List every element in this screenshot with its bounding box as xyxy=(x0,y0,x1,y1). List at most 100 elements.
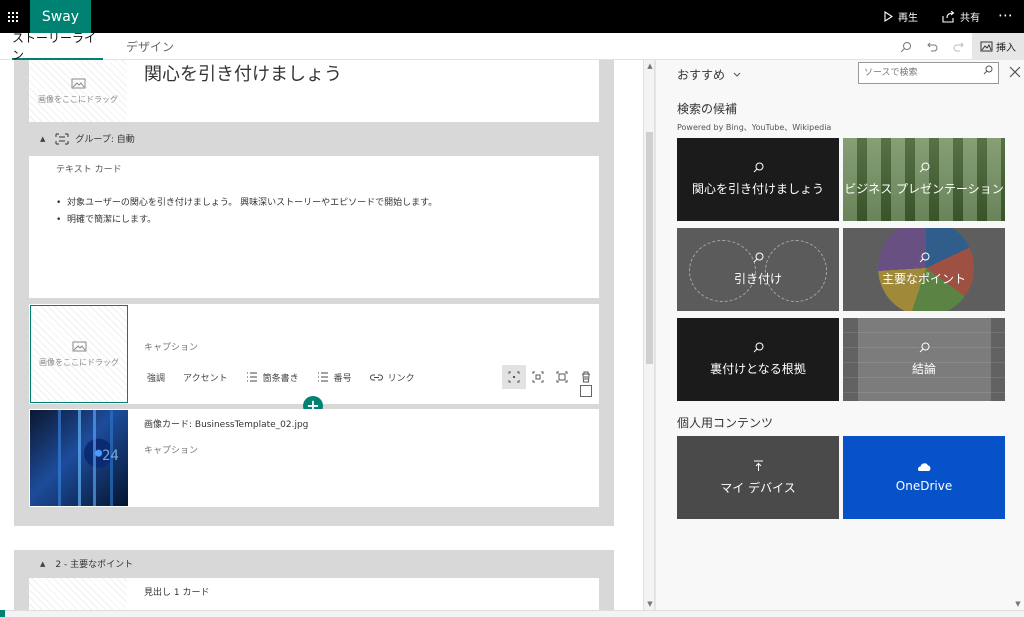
numbered-list-button[interactable]: 番号 xyxy=(317,371,352,384)
onedrive-tile[interactable]: OneDrive xyxy=(843,436,1005,519)
search-icon[interactable] xyxy=(983,65,993,75)
suggestion-label: 結論 xyxy=(911,362,936,376)
insert-button[interactable]: 挿入 xyxy=(972,33,1024,60)
scroll-thumb[interactable] xyxy=(646,132,653,364)
image-placeholder-icon xyxy=(71,78,85,88)
business-template-image[interactable] xyxy=(30,410,128,506)
image-placeholder-icon xyxy=(72,341,86,351)
emphasis-moderate-icon xyxy=(532,371,544,383)
link-icon xyxy=(369,374,383,380)
suggestion-tile[interactable]: 結論 xyxy=(843,318,1005,401)
play-label: 再生 xyxy=(898,13,918,24)
group-icon xyxy=(55,133,69,144)
subtle-emphasis-button[interactable] xyxy=(502,365,526,389)
search-icon xyxy=(753,162,763,173)
link-button[interactable]: リンク xyxy=(369,371,415,384)
drop-zone-label: 画像をここにドラッグ xyxy=(38,94,118,104)
play-button[interactable]: 再生 xyxy=(884,0,918,33)
recommended-dropdown[interactable]: おすすめ xyxy=(677,66,741,83)
app-launcher-icon xyxy=(8,11,18,22)
search-icon xyxy=(900,42,911,53)
share-label: 共有 xyxy=(960,13,980,24)
search-icon xyxy=(919,252,929,263)
drop-zone-label: 画像をここにドラッグ xyxy=(39,357,119,367)
group-header[interactable]: ▲ グループ: 自動 xyxy=(40,132,135,145)
tab-storyline[interactable]: ストーリーライン xyxy=(12,31,103,62)
suggestion-label: 裏付けとなる根拠 xyxy=(710,362,806,376)
search-icon xyxy=(753,342,763,353)
search-button[interactable] xyxy=(898,39,914,55)
accent-marker xyxy=(0,610,5,617)
share-icon xyxy=(942,10,955,23)
image-drop-zone[interactable] xyxy=(29,578,127,610)
close-icon[interactable] xyxy=(1008,65,1022,79)
tab-design[interactable]: デザイン xyxy=(126,33,174,60)
section-2-label: 2 - 主要なポイント xyxy=(55,560,134,570)
caption-placeholder[interactable]: キャプション xyxy=(144,443,198,456)
suggestion-tile[interactable]: 関心を引き付けましょう xyxy=(677,138,839,221)
trash-icon xyxy=(582,371,590,383)
panel-header: おすすめ xyxy=(656,60,1024,85)
emphasis-subtle-icon xyxy=(508,371,520,383)
editor-tabs: ストーリーライン デザイン 挿入 xyxy=(0,31,1024,62)
search-suggestions-title: 検索の候補 xyxy=(677,102,738,116)
bullets-label: 箇条書き xyxy=(262,373,299,384)
collapse-triangle-icon[interactable]: ▲ xyxy=(40,135,45,143)
insert-panel: おすすめ 検索の候補 Powered by Bing、YouTube、Wikip… xyxy=(655,60,1024,610)
redo-button[interactable] xyxy=(951,39,967,55)
suggestion-tile[interactable]: 主要なポイント xyxy=(843,228,1005,311)
image-icon xyxy=(980,41,993,52)
tab-design-label: デザイン xyxy=(126,40,175,54)
image-card-title[interactable]: 画像カード: BusinessTemplate_02.jpg xyxy=(144,417,308,430)
strong-emphasis-button[interactable] xyxy=(550,365,574,389)
suggestion-label: 関心を引き付けましょう xyxy=(691,182,824,196)
bullet-item[interactable]: 対象ユーザーの関心を引き付けましょう。 興味深いストーリーやエピソードで開始しま… xyxy=(56,195,437,212)
bullets-icon xyxy=(246,372,257,382)
storyline-area[interactable]: 画像をここにドラッグ 関心を引き付けましょう ▲ グループ: 自動 テキスト カ… xyxy=(0,60,643,610)
bold-button[interactable]: 強調 xyxy=(147,371,165,384)
source-search-input[interactable] xyxy=(858,62,999,84)
search-icon xyxy=(919,342,929,353)
emphasis-strong-icon xyxy=(556,371,568,383)
collapse-triangle-icon[interactable]: ▲ xyxy=(40,560,45,568)
bullet-list[interactable]: 対象ユーザーの関心を引き付けましょう。 興味深いストーリーやエピソードで開始しま… xyxy=(56,195,437,229)
heading-card[interactable]: 画像をここにドラッグ 関心を引き付けましょう xyxy=(29,60,599,122)
heading-1-card-label: 見出し 1 カード xyxy=(144,588,210,598)
selected-image-drop-zone[interactable]: 画像をここにドラッグ xyxy=(30,305,128,403)
accent-button[interactable]: アクセント xyxy=(183,371,228,384)
bullets-button[interactable]: 箇条書き xyxy=(246,371,299,384)
share-button[interactable]: 共有 xyxy=(942,0,980,33)
suggestion-label: 主要なポイント xyxy=(881,272,966,286)
suggestion-tile[interactable]: 引き付け xyxy=(677,228,839,311)
text-card-label: テキスト カード xyxy=(56,165,122,175)
play-icon xyxy=(884,11,893,22)
my-device-tile[interactable]: マイ デバイス xyxy=(677,436,839,519)
moderate-emphasis-button[interactable] xyxy=(526,365,550,389)
accent-label: アクセント xyxy=(183,373,228,384)
section-2-header[interactable]: ▲ 2 - 主要なポイント xyxy=(40,557,134,571)
heading-1-card[interactable]: 見出し 1 カード xyxy=(29,578,599,610)
chevron-down-icon xyxy=(733,72,741,77)
card-heading[interactable]: 関心を引き付けましょう xyxy=(144,60,342,86)
redo-icon xyxy=(953,42,964,52)
more-options-button[interactable]: ⋯ xyxy=(998,6,1014,24)
image-drop-zone[interactable]: 画像をここにドラッグ xyxy=(29,60,127,122)
tab-storyline-label: ストーリーライン xyxy=(12,30,97,62)
recommended-label: おすすめ xyxy=(677,68,726,82)
bullet-item[interactable]: 明確で簡潔にします。 xyxy=(56,212,437,229)
suggestion-label: ビジネス プレゼンテーション xyxy=(844,182,1004,196)
suggestion-tile[interactable]: 裏付けとなる根拠 xyxy=(677,318,839,401)
insert-label: 挿入 xyxy=(996,43,1016,54)
upload-icon xyxy=(753,460,763,471)
status-strip xyxy=(0,610,1024,617)
panel-scroll-down-icon[interactable]: ▼ xyxy=(1014,600,1022,608)
scroll-up-arrow-icon[interactable]: ▲ xyxy=(646,62,654,70)
powered-by-text: Powered by Bing、YouTube、Wikipedia xyxy=(677,123,832,132)
bold-label: 強調 xyxy=(147,373,166,384)
caption-placeholder[interactable]: キャプション xyxy=(144,340,198,353)
card-checkbox[interactable] xyxy=(580,385,592,397)
suggestion-tile[interactable]: ビジネス プレゼンテーション xyxy=(843,138,1005,221)
storyline-scrollbar[interactable]: ▲ ▼ xyxy=(643,60,655,610)
scroll-down-arrow-icon[interactable]: ▼ xyxy=(646,600,654,608)
undo-button[interactable] xyxy=(924,39,940,55)
